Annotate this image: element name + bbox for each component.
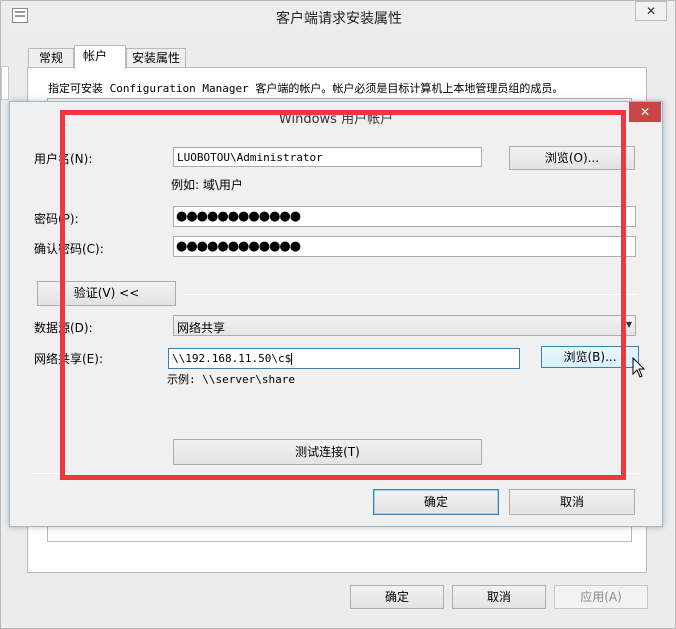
highlight-rectangle — [60, 110, 626, 480]
tab-install-props[interactable]: 安装属性 — [126, 48, 186, 67]
parent-ok-label: 确定 — [384, 590, 409, 604]
tab-account[interactable]: 帐户 — [74, 45, 126, 69]
tab-general-label: 常规 — [38, 51, 63, 65]
parent-cancel-label: 取消 — [486, 590, 511, 604]
dialog-ok-label: 确定 — [423, 495, 448, 509]
parent-apply-label: 应用(A) — [580, 590, 622, 604]
dialog-cancel-button[interactable]: 取消 — [509, 489, 635, 515]
tab-install-props-label: 安装属性 — [131, 51, 180, 65]
parent-ok-button[interactable]: 确定 — [350, 585, 444, 609]
parent-close-button[interactable]: ✕ — [635, 1, 667, 21]
dialog-close-button[interactable]: ✕ — [629, 102, 661, 122]
dialog-cancel-label: 取消 — [559, 495, 584, 509]
account-description: 指定可安装 Configuration Manager 客户端的帐户。帐户必须是… — [48, 82, 564, 95]
dialog-ok-button[interactable]: 确定 — [373, 489, 499, 515]
left-edge-strip — [1, 66, 9, 100]
close-icon: ✕ — [639, 105, 651, 119]
mouse-pointer-icon — [632, 357, 646, 378]
tab-account-label: 帐户 — [83, 49, 108, 63]
parent-cancel-button[interactable]: 取消 — [452, 585, 546, 609]
parent-apply-button[interactable]: 应用(A) — [554, 585, 648, 609]
chevron-down-icon: ▼ — [625, 320, 632, 329]
parent-titlebar: 客户端请求安装属性 ✕ — [1, 1, 675, 31]
parent-title: 客户端请求安装属性 — [276, 11, 402, 27]
tab-general[interactable]: 常规 — [28, 48, 74, 67]
